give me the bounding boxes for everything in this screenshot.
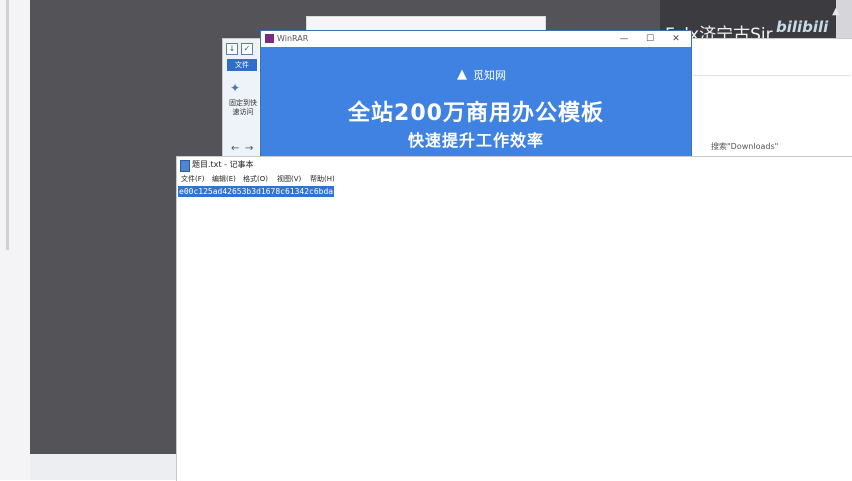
ad-subheadline[interactable]: 快速提升工作效率 (341, 127, 611, 151)
ad-brand: 觅知网 (473, 69, 506, 82)
notepad-menubar: 文件(F) 编辑(E) 格式(O) 视图(V) 帮助(H) (177, 173, 852, 186)
menu-view[interactable]: 视图(V) (277, 173, 301, 186)
ad-headline[interactable]: 全站200万商用办公模板 (341, 95, 611, 127)
scroll-up-icon[interactable]: ▲ (828, 6, 844, 18)
menu-file[interactable]: 文件(F) (181, 173, 205, 186)
close-icon[interactable]: ✕ (665, 31, 687, 47)
notepad-title: 题目.txt - 记事本 (192, 160, 254, 169)
brand-logo-icon: ▲ (457, 67, 467, 82)
notepad-window[interactable]: 题目.txt - 记事本 文件(F) 编辑(E) 格式(O) 视图(V) 帮助(… (176, 156, 852, 481)
search-input[interactable]: 搜索"Downloads" (711, 141, 778, 152)
back-arrow-icon[interactable]: ← (231, 143, 239, 154)
maximize-icon[interactable]: ☐ (639, 31, 661, 47)
notepad-titlebar[interactable]: 题目.txt - 记事本 (177, 157, 852, 173)
explorer-toolbar-right (693, 49, 851, 76)
selected-text[interactable]: e00c125ad42653b3d1678c61342c6bda (178, 186, 335, 197)
check-icon[interactable]: ✓ (241, 43, 253, 55)
winrar-icon (265, 34, 274, 43)
forward-arrow-icon[interactable]: → (245, 143, 253, 154)
menu-edit[interactable]: 编辑(E) (212, 173, 236, 186)
explorer-ribbon: ↓ ✓ 文件 ✦ 固定到快速访问 ← → (223, 39, 259, 157)
file-tab[interactable]: 文件 (227, 59, 257, 71)
minimize-icon[interactable]: — (613, 31, 635, 47)
bilibili-logo: bilibili (776, 18, 829, 36)
notepad-icon (180, 160, 190, 172)
menu-help[interactable]: 帮助(H) (310, 173, 335, 186)
winrar-ad-window[interactable]: WinRAR — ☐ ✕ ▲ 觅知网 全站200万商用办公模板 快速提升工作效率 (260, 30, 692, 158)
left-scrollbar[interactable] (6, 0, 9, 250)
download-icon[interactable]: ↓ (226, 43, 238, 55)
notepad-text-area[interactable]: e00c125ad42653b3d1678c61342c6bda (177, 186, 852, 481)
pin-icon[interactable]: ✦ (230, 81, 240, 95)
winrar-titlebar: WinRAR — ☐ ✕ (261, 31, 691, 47)
menu-format[interactable]: 格式(O) (243, 173, 268, 186)
left-panel (0, 0, 30, 480)
bottom-strip (30, 454, 176, 480)
pin-to-quick-access-label[interactable]: 固定到快速访问 (227, 99, 259, 117)
winrar-title: WinRAR (277, 34, 309, 43)
